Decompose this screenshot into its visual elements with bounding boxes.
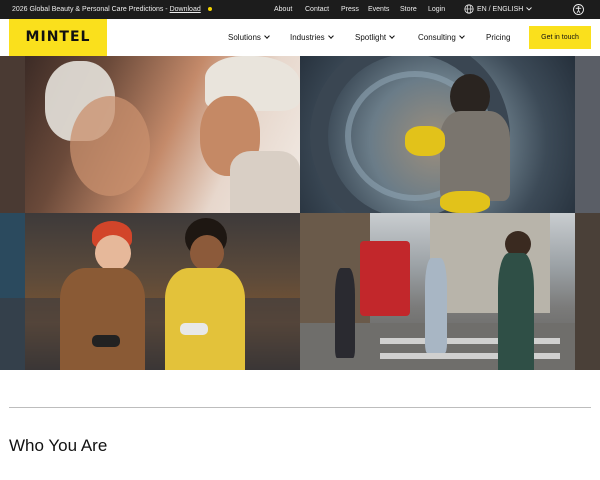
nav-industries[interactable]: Industries: [290, 19, 334, 56]
chevron-down-icon: [526, 0, 535, 19]
get-in-touch-button[interactable]: Get in touch: [529, 26, 591, 49]
ticker-text: 2026 Global Beauty & Personal Care Predi…: [12, 6, 170, 13]
mintel-logo[interactable]: MINTEL: [9, 19, 107, 56]
nav-consulting[interactable]: Consulting: [418, 19, 465, 56]
hero-image-laundry: [300, 56, 600, 213]
ticker-separator-dot: [207, 6, 212, 11]
chevron-down-icon: [389, 33, 395, 39]
nav-industries-label: Industries: [290, 33, 325, 42]
announcement-ticker: 2026 Global Beauty & Personal Care Predi…: [12, 0, 212, 19]
chevron-down-icon: [264, 33, 270, 39]
language-label: EN / ENGLISH: [477, 6, 524, 13]
accessibility-icon[interactable]: [573, 4, 584, 15]
section-divider: [9, 407, 591, 408]
globe-icon: [464, 4, 474, 14]
download-link[interactable]: Download: [170, 6, 201, 13]
section-title: Who You Are: [9, 436, 108, 455]
hero-image-city-street: [300, 213, 600, 370]
about-link[interactable]: About: [274, 0, 292, 19]
nav-consulting-label: Consulting: [418, 33, 456, 42]
nav-pricing[interactable]: Pricing: [486, 19, 510, 56]
main-header: MINTEL Solutions Industries Spotlight Co…: [0, 19, 600, 56]
utility-bar: 2026 Global Beauty & Personal Care Predi…: [0, 0, 600, 19]
nav-solutions[interactable]: Solutions: [228, 19, 270, 56]
store-link[interactable]: Store: [400, 0, 417, 19]
nav-solutions-label: Solutions: [228, 33, 261, 42]
chevron-down-icon: [327, 33, 334, 39]
nav-spotlight-label: Spotlight: [355, 33, 387, 42]
nav-spotlight[interactable]: Spotlight: [355, 19, 395, 56]
chevron-down-icon: [458, 33, 465, 39]
contact-link[interactable]: Contact: [305, 0, 329, 19]
events-link[interactable]: Events: [368, 0, 389, 19]
hero-image-skincare: [0, 56, 300, 213]
press-link[interactable]: Press: [341, 0, 359, 19]
login-link[interactable]: Login: [428, 0, 445, 19]
hero-image-gaming: [0, 213, 300, 370]
language-selector[interactable]: EN / ENGLISH: [464, 0, 535, 19]
hero-image-mosaic: [0, 56, 600, 370]
